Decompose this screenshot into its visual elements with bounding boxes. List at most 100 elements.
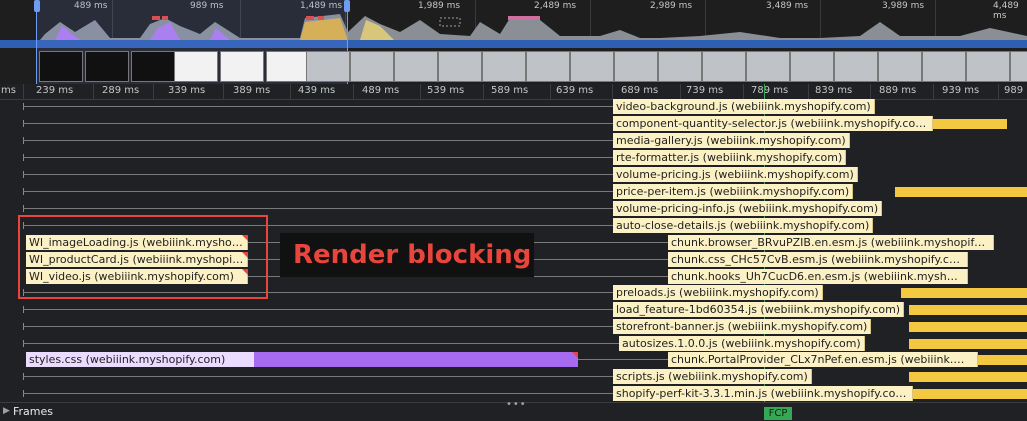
overview-label: 3,989 ms xyxy=(882,1,925,11)
download-bar xyxy=(895,187,1027,197)
network-request[interactable]: chunk.css_CHc57CvB.esm.js (webiiink.mysh… xyxy=(668,252,1027,267)
filmstrip-frame[interactable] xyxy=(570,51,614,82)
network-request[interactable]: chunk.browser_BRvuPZIB.en.esm.js (webiii… xyxy=(668,235,1027,250)
filmstrip-frame[interactable] xyxy=(922,51,966,82)
network-request[interactable]: rte-formatter.js (webiiink.myshopify.com… xyxy=(613,150,1027,165)
filmstrip-frame[interactable] xyxy=(85,51,129,82)
request-label: media-gallery.js (webiiink.myshopify.com… xyxy=(613,133,850,148)
filmstrip-frame[interactable] xyxy=(614,51,658,82)
network-request[interactable]: preloads.js (webiiink.myshopify.com) xyxy=(613,285,1027,300)
request-label: shopify-perf-kit-3.3.1.min.js (webiiink.… xyxy=(613,386,913,401)
selection-handle-left[interactable] xyxy=(34,0,40,12)
filmstrip-frame[interactable] xyxy=(220,51,264,82)
filmstrip-frame[interactable] xyxy=(790,51,834,82)
network-request[interactable]: storefront-banner.js (webiiink.myshopify… xyxy=(613,319,1027,334)
fcp-marker[interactable]: FCP xyxy=(764,407,792,420)
ruler-tick-label: 639 ms xyxy=(556,85,594,96)
filmstrip-frame[interactable] xyxy=(266,51,310,82)
request-wait-line xyxy=(23,174,613,175)
network-request[interactable]: auto-close-details.js (webiiink.myshopif… xyxy=(613,218,1027,233)
network-request[interactable]: chunk.PortalProvider_CLx7nPef.en.esm.js … xyxy=(668,352,1027,367)
filmstrip-frame[interactable] xyxy=(438,51,482,82)
filmstrip-frame[interactable] xyxy=(1010,51,1027,82)
expand-arrow-icon[interactable]: ▶ xyxy=(3,406,10,416)
network-request[interactable]: volume-pricing-info.js (webiiink.myshopi… xyxy=(613,201,1027,216)
filmstrip-frame[interactable] xyxy=(834,51,878,82)
request-wait-line xyxy=(23,157,613,158)
ruler-tick xyxy=(483,84,484,99)
network-request[interactable]: WI_productCard.js (webiiink.myshopif… xyxy=(26,252,248,267)
filmstrip-frame[interactable] xyxy=(174,51,218,82)
ruler-tick-label: ms xyxy=(1,85,16,96)
network-request[interactable]: media-gallery.js (webiiink.myshopify.com… xyxy=(613,133,1027,148)
ruler-tick-label: 439 ms xyxy=(298,85,336,96)
filmstrip-frame[interactable] xyxy=(878,51,922,82)
filmstrip-frame[interactable] xyxy=(39,51,83,82)
download-bar xyxy=(913,389,1027,399)
filmstrip-frame[interactable] xyxy=(350,51,394,82)
request-label: price-per-item.js (webiiink.myshopify.co… xyxy=(613,184,854,199)
request-wait-line xyxy=(23,343,619,344)
render-blocking-marker xyxy=(242,252,248,258)
filmstrip-frame[interactable] xyxy=(658,51,702,82)
ruler-tick-label: 739 ms xyxy=(686,85,724,96)
timeline-overview[interactable]: 489 ms 989 ms 1,489 ms 1,989 ms 2,489 ms… xyxy=(0,0,1027,88)
request-label: autosizes.1.0.0.js (webiiink.myshopify.c… xyxy=(619,336,865,351)
filmstrip-frame[interactable] xyxy=(482,51,526,82)
filmstrip[interactable] xyxy=(0,50,1027,84)
network-request[interactable]: styles.css (webiiink.myshopify.com) xyxy=(26,352,578,367)
ruler-tick xyxy=(353,84,354,99)
download-bar xyxy=(909,339,1027,349)
filmstrip-frame[interactable] xyxy=(702,51,746,82)
request-label: video-background.js (webiiink.myshopify.… xyxy=(613,99,875,114)
request-label: storefront-banner.js (webiiink.myshopify… xyxy=(613,319,872,334)
filmstrip-frame[interactable] xyxy=(131,51,175,82)
ruler-tick xyxy=(290,84,291,99)
request-label: WI_imageLoading.js (webiiink.myshop… xyxy=(26,235,248,250)
network-request[interactable]: load_feature-1bd60354.js (webiiink.mysho… xyxy=(613,302,1027,317)
network-request[interactable]: video-background.js (webiiink.myshopify.… xyxy=(613,99,1027,114)
filmstrip-frame[interactable] xyxy=(526,51,570,82)
request-wait-line xyxy=(23,326,613,327)
request-label: auto-close-details.js (webiiink.myshopif… xyxy=(613,218,874,233)
download-bar xyxy=(933,119,1007,129)
ruler-tick-label: 989 ms xyxy=(1004,85,1027,96)
ruler-tick xyxy=(550,84,551,99)
download-bar xyxy=(978,355,1027,365)
network-request[interactable]: price-per-item.js (webiiink.myshopify.co… xyxy=(613,184,1027,199)
request-wait-line xyxy=(23,106,613,107)
selection-handle-right[interactable] xyxy=(344,0,350,12)
request-label: scripts.js (webiiink.myshopify.com) xyxy=(613,369,812,384)
network-request[interactable]: component-quantity-selector.js (webiiink… xyxy=(613,116,1027,131)
network-request[interactable]: chunk.hooks_Uh7CucD6.en.esm.js (webiiink… xyxy=(668,269,1027,284)
ruler-tick-label: 339 ms xyxy=(168,85,206,96)
filmstrip-frame[interactable] xyxy=(966,51,1010,82)
ruler-tick xyxy=(808,84,809,99)
ruler-tick-label: 789 ms xyxy=(751,85,789,96)
request-wait-line xyxy=(23,393,613,394)
network-request[interactable]: WI_video.js (webiiink.myshopify.com) xyxy=(26,269,248,284)
ruler-tick-label: 289 ms xyxy=(102,85,140,96)
request-label: chunk.hooks_Uh7CucD6.en.esm.js (webiiink… xyxy=(668,269,968,284)
network-request[interactable]: shopify-perf-kit-3.3.1.min.js (webiiink.… xyxy=(613,386,1027,401)
request-label: chunk.browser_BRvuPZIB.en.esm.js (webiii… xyxy=(668,235,994,250)
filmstrip-frame[interactable] xyxy=(394,51,438,82)
filmstrip-frame[interactable] xyxy=(746,51,790,82)
frames-track-header[interactable]: ▶ Frames ••• xyxy=(0,399,1027,421)
request-wait-line xyxy=(23,123,613,124)
network-request[interactable]: volume-pricing.js (webiiink.myshopify.co… xyxy=(613,167,1027,182)
request-label: WI_productCard.js (webiiink.myshopif… xyxy=(26,252,248,267)
ruler-tick xyxy=(223,84,224,99)
network-request[interactable]: autosizes.1.0.0.js (webiiink.myshopify.c… xyxy=(619,336,1027,351)
overview-label: 2,489 ms xyxy=(534,1,577,11)
ruler-tick-label: 239 ms xyxy=(36,85,74,96)
filmstrip-frame[interactable] xyxy=(306,51,350,82)
render-blocking-marker xyxy=(242,235,248,241)
ruler-tick xyxy=(870,84,871,99)
network-request[interactable]: WI_imageLoading.js (webiiink.myshop… xyxy=(26,235,248,250)
resize-handle-icon[interactable]: ••• xyxy=(506,399,527,410)
time-ruler[interactable]: ms 239 ms 289 ms 339 ms 389 ms 439 ms 48… xyxy=(0,84,1027,100)
network-request[interactable]: scripts.js (webiiink.myshopify.com) xyxy=(613,369,1027,384)
ruler-tick xyxy=(420,84,421,99)
ruler-tick-label: 589 ms xyxy=(491,85,529,96)
